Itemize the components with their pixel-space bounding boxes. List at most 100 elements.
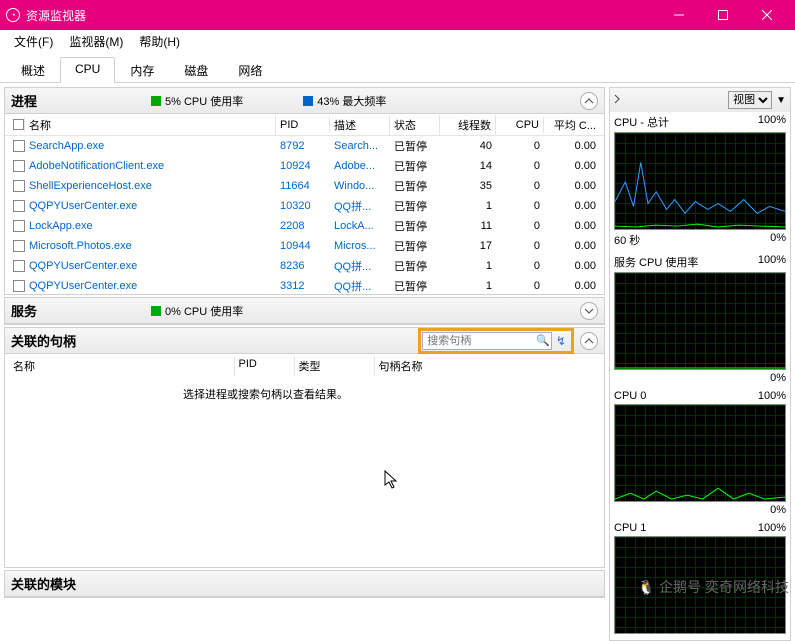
processes-header[interactable]: 进程 5% CPU 使用率 43% 最大频率 bbox=[5, 88, 604, 114]
cell-desc: QQ拼... bbox=[330, 278, 390, 294]
row-checkbox[interactable] bbox=[13, 140, 25, 152]
services-cpu-label: 0% CPU 使用率 bbox=[165, 303, 243, 319]
handles-header[interactable]: 关联的句柄 🔍 ↯ bbox=[5, 328, 604, 354]
cell-status: 已暂停 bbox=[390, 158, 440, 174]
cell-avg: 0.00 bbox=[544, 240, 600, 252]
handles-title: 关联的句柄 bbox=[11, 331, 418, 350]
cell-name: QQPYUserCenter.exe bbox=[25, 260, 276, 272]
hcol-handle-name[interactable]: 句柄名称 bbox=[375, 356, 601, 376]
cpu-graph bbox=[614, 132, 786, 230]
cell-status: 已暂停 bbox=[390, 178, 440, 194]
cell-status: 已暂停 bbox=[390, 198, 440, 214]
menu-help[interactable]: 帮助(H) bbox=[131, 31, 188, 52]
modules-title: 关联的模块 bbox=[11, 574, 598, 593]
processes-panel: 进程 5% CPU 使用率 43% 最大频率 名称 PID 描述 状态 线程数 … bbox=[4, 87, 605, 295]
graph-pct: 100% bbox=[758, 114, 786, 130]
col-status[interactable]: 状态 bbox=[390, 115, 440, 135]
col-avg[interactable]: 平均 C... bbox=[544, 115, 600, 135]
table-row[interactable]: QQPYUserCenter.exe 8236 QQ拼... 已暂停 1 0 0… bbox=[5, 256, 604, 276]
collapse-processes-button[interactable] bbox=[580, 92, 598, 110]
cpu-usage-label: 5% CPU 使用率 bbox=[165, 93, 243, 109]
row-checkbox[interactable] bbox=[13, 280, 25, 292]
collapse-handles-button[interactable] bbox=[580, 332, 598, 350]
cell-pid: 10924 bbox=[276, 160, 330, 172]
view-select[interactable]: 视图 bbox=[728, 91, 772, 109]
services-panel: 服务 0% CPU 使用率 bbox=[4, 297, 605, 325]
graph-pct: 100% bbox=[758, 254, 786, 270]
tab-memory[interactable]: 内存 bbox=[115, 57, 169, 83]
table-row[interactable]: ShellExperienceHost.exe 11664 Windo... 已… bbox=[5, 176, 604, 196]
table-row[interactable]: LockApp.exe 2208 LockA... 已暂停 11 0 0.00 bbox=[5, 216, 604, 236]
handles-body: 选择进程或搜索句柄以查看结果。 bbox=[5, 378, 604, 518]
cpu-usage-icon bbox=[151, 96, 161, 106]
refresh-search-button[interactable]: ↯ bbox=[552, 334, 570, 348]
modules-panel: 关联的模块 bbox=[4, 570, 605, 598]
row-checkbox[interactable] bbox=[13, 260, 25, 272]
cell-name: QQPYUserCenter.exe bbox=[25, 280, 276, 292]
select-all-checkbox[interactable] bbox=[13, 119, 24, 130]
maximize-button[interactable] bbox=[701, 0, 745, 30]
table-row[interactable]: AdobeNotificationClient.exe 10924 Adobe.… bbox=[5, 156, 604, 176]
search-input[interactable] bbox=[422, 332, 552, 350]
row-checkbox[interactable] bbox=[13, 160, 25, 172]
table-row[interactable]: SearchApp.exe 8792 Search... 已暂停 40 0 0.… bbox=[5, 136, 604, 156]
table-row[interactable]: Microsoft.Photos.exe 10944 Micros... 已暂停… bbox=[5, 236, 604, 256]
cell-status: 已暂停 bbox=[390, 138, 440, 154]
modules-header[interactable]: 关联的模块 bbox=[5, 571, 604, 597]
cell-threads: 1 bbox=[440, 200, 496, 212]
expand-services-button[interactable] bbox=[580, 302, 598, 320]
tab-disk[interactable]: 磁盘 bbox=[169, 57, 223, 83]
graphs-nav-button[interactable] bbox=[614, 91, 620, 109]
col-pid[interactable]: PID bbox=[276, 117, 330, 133]
cell-desc: QQ拼... bbox=[330, 198, 390, 214]
hcol-type[interactable]: 类型 bbox=[295, 356, 375, 376]
col-name[interactable]: 名称 bbox=[25, 115, 276, 135]
hcol-pid[interactable]: PID bbox=[235, 356, 295, 376]
services-header[interactable]: 服务 0% CPU 使用率 bbox=[5, 298, 604, 324]
cell-avg: 0.00 bbox=[544, 180, 600, 192]
table-row[interactable]: QQPYUserCenter.exe 10320 QQ拼... 已暂停 1 0 … bbox=[5, 196, 604, 216]
row-checkbox[interactable] bbox=[13, 240, 25, 252]
graph-sub-right: 0% bbox=[770, 372, 786, 384]
processes-columns: 名称 PID 描述 状态 线程数 CPU 平均 C... bbox=[5, 114, 604, 136]
cell-avg: 0.00 bbox=[544, 260, 600, 272]
cell-pid: 2208 bbox=[276, 220, 330, 232]
menu-file[interactable]: 文件(F) bbox=[6, 31, 61, 52]
col-threads[interactable]: 线程数 bbox=[440, 115, 496, 135]
cell-cpu: 0 bbox=[496, 140, 544, 152]
cell-avg: 0.00 bbox=[544, 280, 600, 292]
hcol-name[interactable]: 名称 bbox=[9, 356, 235, 376]
cell-cpu: 0 bbox=[496, 240, 544, 252]
cell-status: 已暂停 bbox=[390, 218, 440, 234]
cell-threads: 40 bbox=[440, 140, 496, 152]
window-title: 资源监视器 bbox=[26, 7, 657, 24]
cell-cpu: 0 bbox=[496, 160, 544, 172]
cell-threads: 17 bbox=[440, 240, 496, 252]
cell-status: 已暂停 bbox=[390, 238, 440, 254]
cell-avg: 0.00 bbox=[544, 160, 600, 172]
services-title: 服务 bbox=[11, 301, 151, 320]
graphs-panel: 视图 ▼ CPU - 总计100% 60 秒0%服务 CPU 使用率100% 0… bbox=[609, 87, 791, 641]
cell-name: QQPYUserCenter.exe bbox=[25, 200, 276, 212]
tab-overview[interactable]: 概述 bbox=[6, 57, 60, 83]
handles-columns: 名称 PID 类型 句柄名称 bbox=[5, 354, 604, 378]
table-row[interactable]: QQPYUserCenter.exe 3312 QQ拼... 已暂停 1 0 0… bbox=[5, 276, 604, 294]
menu-monitor[interactable]: 监视器(M) bbox=[61, 31, 131, 52]
cell-cpu: 0 bbox=[496, 260, 544, 272]
cell-name: LockApp.exe bbox=[25, 220, 276, 232]
max-freq-label: 43% 最大频率 bbox=[317, 93, 386, 109]
minimize-button[interactable] bbox=[657, 0, 701, 30]
tab-network[interactable]: 网络 bbox=[223, 57, 277, 83]
row-checkbox[interactable] bbox=[13, 200, 25, 212]
row-checkbox[interactable] bbox=[13, 220, 25, 232]
cell-cpu: 0 bbox=[496, 180, 544, 192]
col-cpu[interactable]: CPU bbox=[496, 117, 544, 133]
cpu-graph bbox=[614, 272, 786, 370]
tab-cpu[interactable]: CPU bbox=[60, 57, 115, 83]
col-desc[interactable]: 描述 bbox=[330, 115, 390, 135]
cell-status: 已暂停 bbox=[390, 278, 440, 294]
row-checkbox[interactable] bbox=[13, 180, 25, 192]
cell-pid: 8792 bbox=[276, 140, 330, 152]
close-button[interactable] bbox=[745, 0, 789, 30]
cell-desc: QQ拼... bbox=[330, 258, 390, 274]
